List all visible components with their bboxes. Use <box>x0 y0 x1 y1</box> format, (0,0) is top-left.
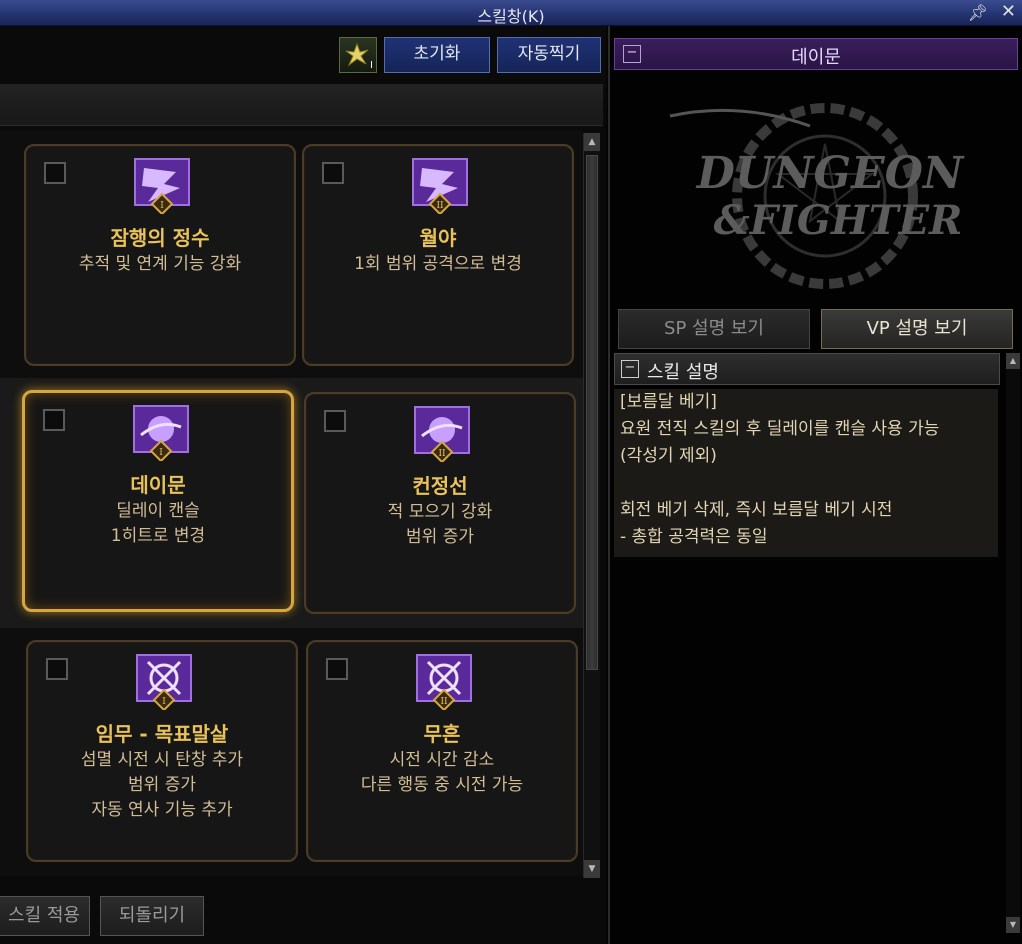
skill-name: 임무 - 목표말살 <box>95 722 229 746</box>
auto-assign-button[interactable]: 자동찍기 <box>497 37 601 73</box>
skill-name: 잠행의 정수 <box>110 226 210 250</box>
skill-detail-panel: − 데이문 DUNGEON &FIGHTER SP 설명 보기 VP 설명 보기… <box>608 26 1022 944</box>
skill-tree-icon[interactable]: I <box>339 37 377 73</box>
reset-button[interactable]: 초기화 <box>384 37 490 73</box>
skill-tree-icon-sub: I <box>370 60 373 71</box>
skill-desc-line: 1히트로 변경 <box>110 526 206 546</box>
skill-desc: 1회 범위 공격으로 변경 <box>304 252 572 277</box>
skill-orb-icon: I <box>133 405 189 463</box>
scroll-down-icon[interactable]: ▼ <box>584 860 600 878</box>
skill-desc-line: 1회 범위 공격으로 변경 <box>354 254 522 274</box>
close-icon[interactable]: ✕ <box>1001 1 1016 22</box>
skill-desc: 섬멸 시전 시 탄창 추가범위 증가자동 연사 기능 추가 <box>28 748 296 823</box>
skill-desc-line: 시전 시간 감소 <box>389 750 495 770</box>
skill-description-header: − 스킬 설명 <box>614 353 1000 385</box>
window-title: 스킬창(K) <box>477 7 545 26</box>
description-line: 요원 전직 스킬의 후 딜레이를 캔슬 사용 가능 <box>620 419 940 439</box>
collapse-icon[interactable]: − <box>621 360 639 378</box>
detail-scrollbar[interactable]: ▲ ▼ <box>1006 353 1020 933</box>
detail-title: 데이문 <box>791 47 841 68</box>
skill-tier: II <box>438 449 446 459</box>
skill-checkbox[interactable] <box>322 162 344 184</box>
skill-tier: I <box>160 201 164 211</box>
skill-checkbox[interactable] <box>46 658 68 680</box>
detail-header: − 데이문 <box>614 38 1018 70</box>
revert-button[interactable]: 되돌리기 <box>100 896 204 936</box>
skill-desc: 시전 시간 감소다른 행동 중 시전 가능 <box>308 748 576 798</box>
skill-tier: II <box>436 201 444 211</box>
skill-desc-line: 추적 및 연계 기능 강화 <box>78 254 242 274</box>
skill-desc-line: 범위 증가 <box>406 527 474 547</box>
skill-desc-line: 범위 증가 <box>128 775 196 795</box>
description-line: 회전 베기 삭제, 즉시 보름달 베기 시전 <box>620 500 893 520</box>
skill-card[interactable]: I 임무 - 목표말살 섬멸 시전 시 탄창 추가범위 증가자동 연사 기능 추… <box>26 640 298 862</box>
title-bar[interactable]: 스킬창(K) 📌︎ ✕ <box>0 0 1022 26</box>
skill-name: 월야 <box>419 226 457 250</box>
skill-tier: I <box>159 448 163 458</box>
logo-text-fighter: &FIGHTER <box>714 197 963 244</box>
tab-vp-description[interactable]: VP 설명 보기 <box>821 309 1013 349</box>
skill-list-panel: I 초기화 자동찍기 I 잠행의 정수 추적 및 연계 기능 강화 II 월야 … <box>0 26 606 944</box>
dungeon-fighter-logo: DUNGEON &FIGHTER <box>660 96 1000 296</box>
skill-checkbox[interactable] <box>326 658 348 680</box>
skill-checkbox[interactable] <box>44 162 66 184</box>
section-title: 스킬 설명 <box>647 362 719 383</box>
skill-description-box: [보름달 베기] 요원 전직 스킬의 후 딜레이를 캔슬 사용 가능 (각성기 제외… <box>614 389 998 557</box>
skill-bolt-icon: I <box>134 158 190 216</box>
skill-name: 무흔 <box>423 722 461 746</box>
skill-card[interactable]: II 월야 1회 범위 공격으로 변경 <box>302 144 574 366</box>
skill-desc-line: 자동 연사 기능 추가 <box>91 800 233 820</box>
skill-tier: I <box>162 697 166 707</box>
tab-sp-description[interactable]: SP 설명 보기 <box>618 309 810 349</box>
skill-card[interactable]: I 잠행의 정수 추적 및 연계 기능 강화 <box>24 144 296 366</box>
logo-text-dungeon: DUNGEON <box>695 148 965 199</box>
skill-desc-line: 딜레이 캔슬 <box>116 501 200 521</box>
description-line: - 총합 공격력은 동일 <box>620 527 768 547</box>
pin-icon[interactable]: 📌︎ <box>968 3 988 22</box>
description-line <box>614 470 998 497</box>
skill-desc-line: 다른 행동 중 시전 가능 <box>360 775 524 795</box>
scroll-up-icon[interactable]: ▲ <box>1006 353 1020 369</box>
category-strip <box>0 84 603 126</box>
skill-list-scrollbar[interactable]: ▲ ▼ <box>583 133 600 878</box>
scroll-down-icon[interactable]: ▼ <box>1006 917 1020 933</box>
skill-desc: 적 모으기 강화범위 증가 <box>306 500 574 550</box>
skill-name: 데이문 <box>130 473 186 497</box>
skill-target-icon: I <box>136 654 192 712</box>
scroll-up-icon[interactable]: ▲ <box>584 133 600 151</box>
skill-tier: II <box>440 697 448 707</box>
skill-target-icon: II <box>416 654 472 712</box>
skill-desc: 딜레이 캔슬 1히트로 변경 <box>25 499 291 549</box>
skill-name: 컨정선 <box>412 474 468 498</box>
description-line: [보름달 베기] <box>620 392 717 412</box>
skill-desc-line: 적 모으기 강화 <box>387 502 493 522</box>
skill-card[interactable]: I 데이문 딜레이 캔슬 1히트로 변경 <box>22 390 294 612</box>
skill-orb-icon: II <box>414 406 470 464</box>
skill-card[interactable]: II 무흔 시전 시간 감소다른 행동 중 시전 가능 <box>306 640 578 862</box>
skill-desc: 추적 및 연계 기능 강화 <box>26 252 294 277</box>
apply-skill-button[interactable]: 스킬 적용 <box>0 896 90 936</box>
skill-card[interactable]: II 컨정선 적 모으기 강화범위 증가 <box>304 392 576 614</box>
skill-checkbox[interactable] <box>324 410 346 432</box>
skill-desc-line: 섬멸 시전 시 탄창 추가 <box>80 750 244 770</box>
skill-bolt-icon: II <box>412 158 468 216</box>
description-line: (각성기 제외) <box>620 446 717 466</box>
skill-checkbox[interactable] <box>43 409 65 431</box>
scroll-thumb[interactable] <box>586 155 598 670</box>
